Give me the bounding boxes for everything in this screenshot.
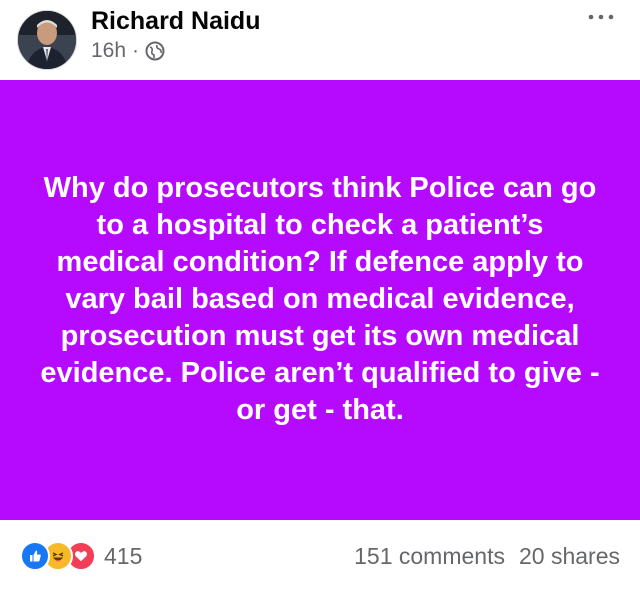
globe-icon[interactable] [145, 41, 165, 61]
meta-separator: · [132, 39, 140, 62]
post-header: Richard Naidu 16h · [0, 0, 640, 80]
author-name[interactable]: Richard Naidu [91, 7, 260, 36]
post-meta: 16h · [91, 39, 165, 63]
post-text: Why do prosecutors think Police can go t… [40, 171, 600, 426]
reaction-count: 415 [104, 542, 143, 569]
shares-count[interactable]: 20 shares [519, 543, 620, 570]
post-stats: 151 comments 20 shares [354, 543, 620, 570]
more-options-icon[interactable] [586, 9, 616, 25]
avatar[interactable] [17, 10, 77, 70]
reactions-summary[interactable]: 415 [20, 541, 143, 571]
post-footer: 415 151 comments 20 shares [0, 520, 640, 592]
like-icon [20, 541, 50, 571]
post-body: Why do prosecutors think Police can go t… [0, 80, 640, 520]
comments-count[interactable]: 151 comments [354, 543, 505, 570]
post-time[interactable]: 16h [91, 39, 126, 63]
